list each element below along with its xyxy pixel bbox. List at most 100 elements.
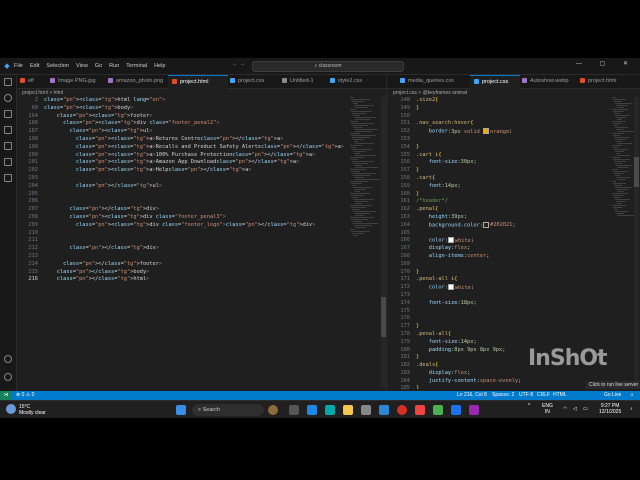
code-line[interactable]: } <box>416 105 521 113</box>
code-line[interactable]: class="pn"><class="tg">ul> <box>44 128 344 136</box>
menu-item-help[interactable]: Help <box>154 63 165 69</box>
color-swatch[interactable] <box>483 221 489 228</box>
testing-icon[interactable] <box>4 174 12 182</box>
code-line[interactable]: .penal-all i{ <box>416 276 521 284</box>
language-indicator[interactable]: ENG IN <box>542 403 553 415</box>
code-line[interactable] <box>44 253 344 261</box>
menu-item-edit[interactable]: Edit <box>30 63 39 69</box>
widget-icon[interactable] <box>268 405 278 415</box>
editor-tab[interactable]: Untitled-1 <box>278 75 328 88</box>
app-icon[interactable] <box>433 405 443 415</box>
code-line[interactable] <box>44 191 344 199</box>
code-line[interactable]: class="pn"></class="tg">ul> <box>44 183 344 191</box>
menu-item-file[interactable]: File <box>14 63 23 69</box>
code-line[interactable]: border:3px solid orange; <box>416 128 521 136</box>
editor-tab[interactable]: project.css <box>226 75 280 88</box>
code-line[interactable]: padding:8px 9px 8px 9px; <box>416 347 521 355</box>
code-line[interactable]: class="pn"><class="tg">a>Recalls and Pro… <box>44 144 344 152</box>
app-icon[interactable] <box>415 405 425 415</box>
code-line[interactable]: .cart{ <box>416 175 521 183</box>
menu-item-selection[interactable]: Selection <box>46 63 69 69</box>
run-debug-icon[interactable] <box>4 126 12 134</box>
tray-chevron-icon[interactable]: ^ <box>528 403 530 409</box>
app-icon[interactable] <box>469 405 479 415</box>
code-line[interactable]: } <box>416 354 521 362</box>
code-line[interactable]: .nav_search:hover{ <box>416 120 521 128</box>
code-line[interactable]: class="pn"></class="tg">footer> <box>44 261 344 269</box>
scrollbar[interactable] <box>634 97 639 387</box>
code-line[interactable]: class="pn"><class="tg">a>Amazon App Down… <box>44 159 344 167</box>
minimap[interactable] <box>350 97 380 277</box>
code-line[interactable]: class="pn"><class="tg">a>Returns Centrec… <box>44 136 344 144</box>
mail-icon[interactable] <box>379 405 389 415</box>
code-line[interactable] <box>416 308 521 316</box>
color-swatch[interactable] <box>483 128 490 135</box>
code-line[interactable]: } <box>416 269 521 277</box>
code-line[interactable]: class="pn"></class="tg">html> <box>44 276 344 284</box>
bell-icon[interactable]: ♫ <box>630 391 634 400</box>
code-line[interactable]: } <box>416 385 521 389</box>
problems-indicator[interactable]: ⊗ 0 ⚠ 0 <box>16 391 34 400</box>
menu-item-view[interactable]: View <box>76 63 88 69</box>
wifi-icon[interactable]: ◠ <box>563 406 567 412</box>
code-line[interactable]: /*header*/ <box>416 198 521 206</box>
code-line[interactable]: height:39px; <box>416 214 521 222</box>
taskbar-search[interactable]: ⌕ Search <box>192 404 264 416</box>
cursor-position[interactable]: Ln 216, Col 8 <box>457 391 487 400</box>
breadcrumb[interactable]: project.css > @keyframes animat <box>393 89 467 97</box>
code-line[interactable]: class="pn"><class="tg">body> <box>44 105 344 113</box>
code-line[interactable]: .penal{ <box>416 206 521 214</box>
account-icon[interactable] <box>4 355 12 363</box>
code-line[interactable]: font-size:18px; <box>416 300 521 308</box>
code-line[interactable] <box>416 136 521 144</box>
menu-item-run[interactable]: Run <box>109 63 119 69</box>
edge-icon[interactable] <box>325 405 335 415</box>
code-line[interactable] <box>416 230 521 238</box>
code-line[interactable]: background-color: #202021; <box>416 221 521 230</box>
css-code[interactable]: .size2{} .nav_search:hover{ border:3px so… <box>416 97 521 389</box>
volume-icon[interactable]: ◁ <box>573 406 577 412</box>
color-swatch[interactable] <box>447 237 454 244</box>
editor-tab[interactable]: elf <box>16 75 48 88</box>
code-line[interactable]: class="pn"><class="tg">a>100% Purchase P… <box>44 152 344 160</box>
editor-tab[interactable]: amazon_photo.png <box>104 75 170 88</box>
code-line[interactable]: class="pn"><class="tg">a>Helpclass="pn">… <box>44 167 344 175</box>
remote-icon[interactable]: ⋊ <box>0 391 12 400</box>
color-swatch[interactable] <box>447 284 454 291</box>
code-line[interactable]: font:14px; <box>416 183 521 191</box>
editor-tab[interactable]: project.html <box>576 75 640 88</box>
editor-tab[interactable]: project.css <box>470 75 520 89</box>
store-icon[interactable] <box>361 405 371 415</box>
code-line[interactable]: .deals{ <box>416 362 521 370</box>
extensions-icon[interactable] <box>4 142 12 150</box>
nav-arrows-icon[interactable]: ← → <box>232 61 246 67</box>
code-line[interactable]: .cart i{ <box>416 152 521 160</box>
code-line[interactable] <box>416 261 521 269</box>
code-line[interactable]: .penal-all{ <box>416 331 521 339</box>
remote-explorer-icon[interactable] <box>4 158 12 166</box>
code-line[interactable]: justify-content:space-evenly; <box>416 378 522 386</box>
code-line[interactable]: class="pn"><class="tg">div class="footer… <box>44 222 344 230</box>
html-editor[interactable]: 2 60 164 166 167 198 199 200 201 202 203 204 205 206 2… <box>16 97 346 389</box>
app-icon[interactable] <box>451 405 461 415</box>
editor-tab[interactable]: style2.css <box>326 75 380 88</box>
editor-tab[interactable]: media_queries.css <box>396 75 472 88</box>
indentation[interactable]: Spaces: 2 <box>492 391 514 400</box>
code-line[interactable]: color: white; <box>416 284 521 292</box>
code-line[interactable]: class="pn"></class="tg">body> <box>44 269 344 277</box>
code-line[interactable]: display:flex; <box>416 245 521 253</box>
source-control-icon[interactable] <box>4 110 12 118</box>
search-icon[interactable] <box>4 94 12 102</box>
editor-tab[interactable]: Autoshow.webp <box>518 75 578 88</box>
code-line[interactable]: } <box>416 144 521 152</box>
code-line[interactable]: class="pn"></class="tg">div> <box>44 245 344 253</box>
code-line[interactable]: font-size:14px; <box>416 339 521 347</box>
code-line[interactable]: class="pn"></class="tg">div> <box>44 206 344 214</box>
code-line[interactable] <box>44 230 344 238</box>
code-line[interactable]: } <box>416 167 521 175</box>
minimap[interactable] <box>612 97 634 277</box>
code-line[interactable]: align-items:center; <box>416 253 521 261</box>
vscode-taskbar-icon[interactable] <box>307 405 317 415</box>
code-line[interactable] <box>44 175 344 183</box>
code-line[interactable]: display:flex; <box>416 370 521 378</box>
